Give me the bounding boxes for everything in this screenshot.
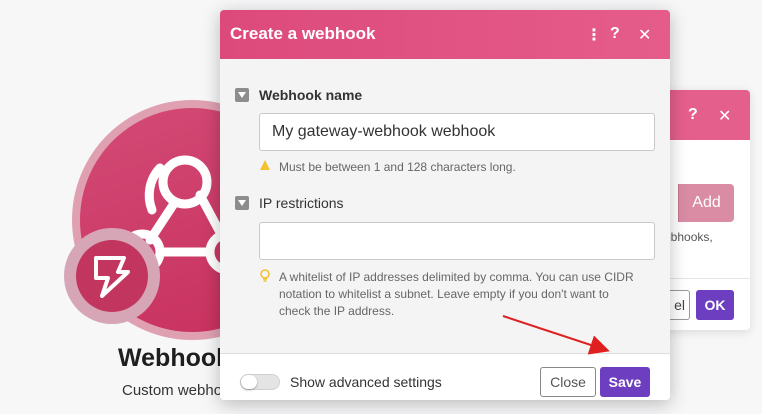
ip-restrictions-help-text: A whitelist of IP addresses delimited by… bbox=[279, 270, 634, 318]
collapse-toggle-icon[interactable] bbox=[235, 88, 249, 102]
close-icon[interactable]: ✕ bbox=[638, 25, 651, 45]
module-title: Webhooks bbox=[118, 344, 228, 372]
toggle-knob bbox=[241, 375, 257, 389]
advanced-settings-toggle[interactable] bbox=[240, 374, 280, 390]
instant-trigger-badge bbox=[64, 228, 160, 324]
webhook-name-help-text: Must be between 1 and 128 characters lon… bbox=[279, 160, 516, 174]
lightning-bolt-icon bbox=[94, 256, 130, 298]
dialog-body: Webhook name Must be between 1 and 128 c… bbox=[220, 59, 670, 353]
collapse-toggle-icon[interactable] bbox=[235, 196, 249, 210]
dialog-header: Create a webhook ⋮ ? ✕ bbox=[220, 10, 670, 59]
close-icon[interactable]: ✕ bbox=[718, 106, 731, 126]
more-options-icon[interactable]: ⋮ bbox=[586, 25, 602, 45]
ok-button[interactable]: OK bbox=[696, 290, 734, 320]
dialog-title: Create a webhook bbox=[230, 24, 376, 43]
ip-restrictions-label-text: IP restrictions bbox=[259, 195, 344, 211]
ip-restrictions-help: A whitelist of IP addresses delimited by… bbox=[259, 269, 639, 320]
module-subtitle: Custom webhook bbox=[122, 382, 222, 399]
help-icon[interactable]: ? bbox=[610, 25, 620, 43]
webhook-name-help: Must be between 1 and 128 characters lon… bbox=[259, 159, 516, 176]
ip-restrictions-input[interactable] bbox=[259, 222, 655, 260]
webhook-name-input[interactable] bbox=[259, 113, 655, 151]
save-button[interactable]: Save bbox=[600, 367, 650, 397]
add-button[interactable]: Add bbox=[678, 184, 734, 222]
warning-icon bbox=[260, 160, 270, 170]
dialog-footer: Show advanced settings Close Save bbox=[220, 353, 670, 400]
background-hint-text: ebhooks, bbox=[664, 230, 713, 244]
webhook-name-label: Webhook name bbox=[235, 87, 362, 103]
instant-trigger-badge-inner bbox=[76, 240, 148, 312]
advanced-settings-label[interactable]: Show advanced settings bbox=[290, 374, 442, 390]
help-icon[interactable]: ? bbox=[688, 106, 698, 124]
close-button[interactable]: Close bbox=[540, 367, 596, 397]
ip-restrictions-label: IP restrictions bbox=[235, 195, 344, 211]
webhook-name-label-text: Webhook name bbox=[259, 87, 363, 103]
lightbulb-icon bbox=[260, 269, 270, 282]
create-webhook-dialog: Create a webhook ⋮ ? ✕ Webhook name Must… bbox=[220, 10, 670, 400]
